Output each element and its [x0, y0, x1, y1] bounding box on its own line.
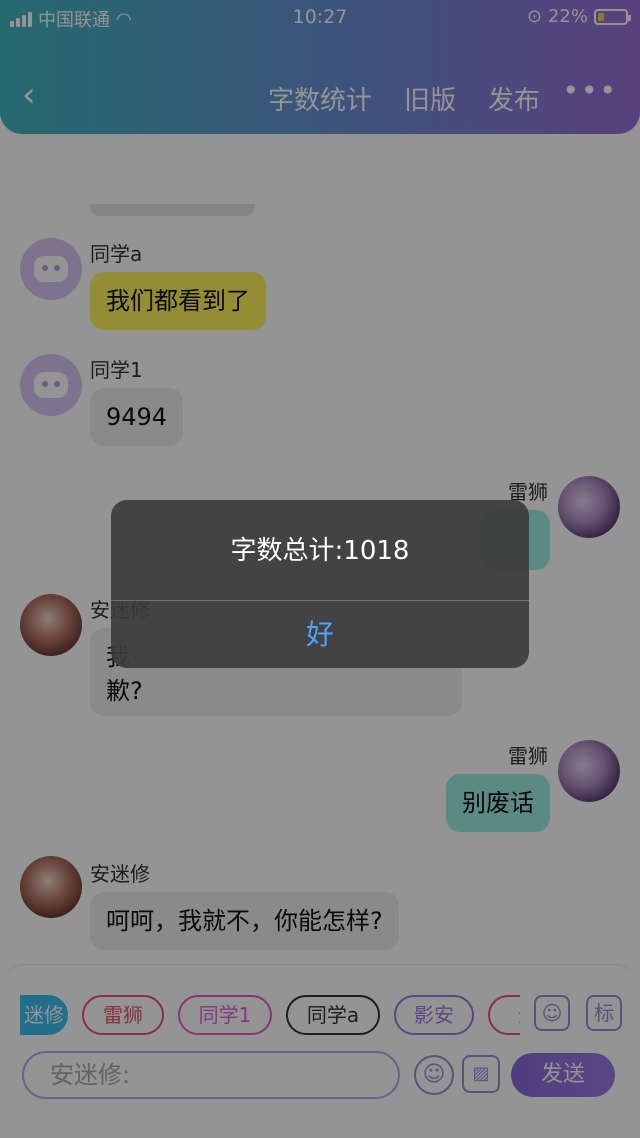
alert-ok-button[interactable]: 好 [111, 601, 529, 668]
alert-message: 字数总计:1018 [230, 536, 410, 566]
alert-dialog: 字数总计:1018 好 [111, 500, 529, 668]
